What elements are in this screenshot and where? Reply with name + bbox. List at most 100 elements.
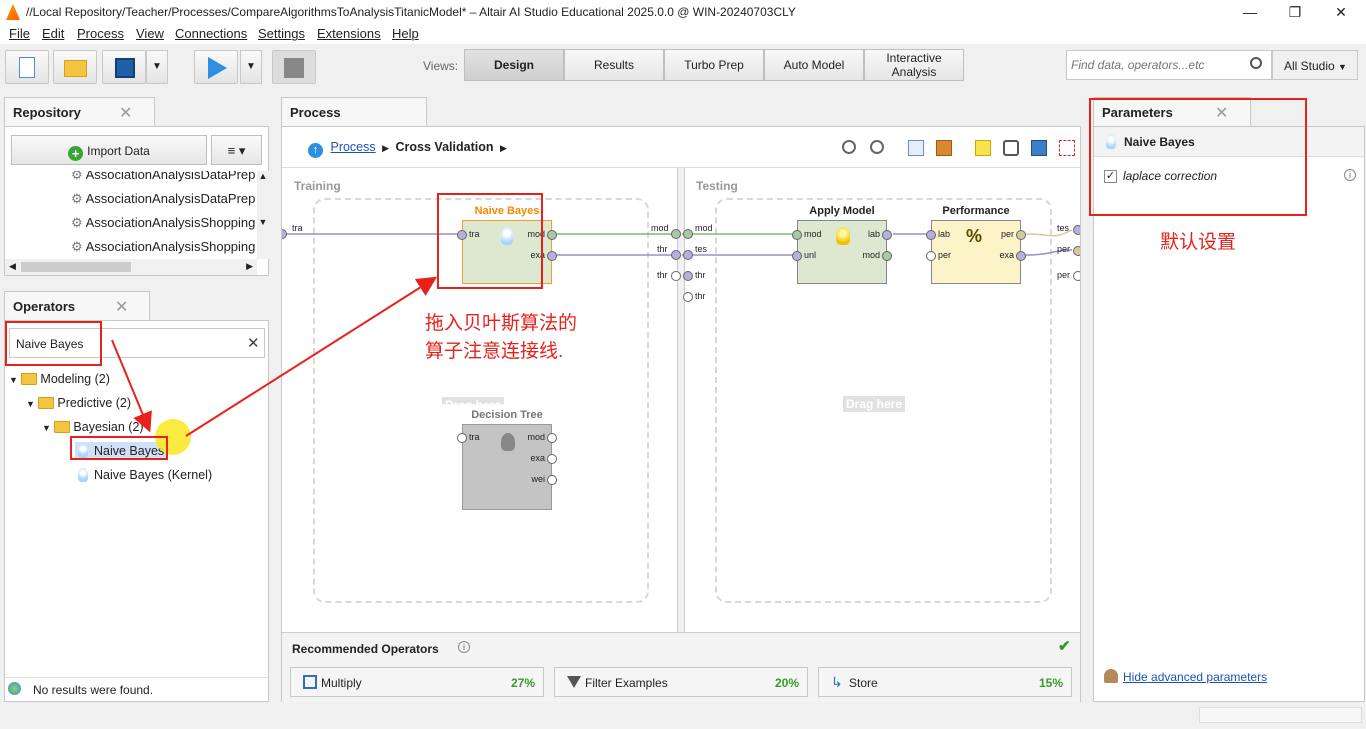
close-window-button[interactable]: ✕ <box>1321 2 1361 22</box>
port-lab[interactable] <box>926 230 936 240</box>
output-port-mod[interactable] <box>671 229 681 239</box>
test-input-port-thr[interactable] <box>683 292 693 302</box>
port-exa[interactable] <box>547 454 557 464</box>
port-lab[interactable] <box>882 230 892 240</box>
output-port-thr[interactable] <box>671 250 681 260</box>
port-mod[interactable] <box>792 230 802 240</box>
recommended-item-filter-examples[interactable]: Filter Examples 20% <box>554 667 808 697</box>
auto-wire-icon[interactable] <box>1003 140 1019 156</box>
breadcrumb-process-link[interactable]: Process <box>330 140 375 154</box>
paste-icon[interactable] <box>936 140 952 156</box>
breadcrumb-current: Cross Validation <box>395 140 494 154</box>
horizontal-scrollbar[interactable]: ◀ ▶ <box>5 259 257 275</box>
tree-item-modeling[interactable]: ▼ Modeling (2) <box>9 372 110 386</box>
close-icon[interactable]: ✕ <box>115 297 128 317</box>
tree-item-predictive[interactable]: ▼ Predictive (2) <box>26 396 131 410</box>
chevron-down-icon: ▼ <box>1338 62 1347 72</box>
view-interactive-analysis[interactable]: Interactive Analysis <box>864 49 964 81</box>
repository-menu-button[interactable]: ≡ ▾ <box>211 135 262 165</box>
add-note-icon[interactable] <box>975 140 991 156</box>
menu-help[interactable]: Help <box>392 26 419 41</box>
save-dropdown-button[interactable]: ▼ <box>146 50 168 84</box>
test-input-port-mod[interactable] <box>683 229 693 239</box>
import-data-button[interactable]: + Import Data <box>11 135 207 165</box>
view-auto-model[interactable]: Auto Model <box>764 49 864 81</box>
restore-button[interactable]: ❐ <box>1275 2 1315 22</box>
save-process-button[interactable] <box>102 50 146 84</box>
output-port-per[interactable] <box>1073 246 1080 256</box>
fit-icon[interactable] <box>1059 140 1075 156</box>
menu-extensions[interactable]: Extensions <box>317 26 381 41</box>
test-input-port-thr[interactable] <box>683 271 693 281</box>
open-process-button[interactable] <box>53 50 97 84</box>
view-turbo-prep[interactable]: Turbo Prep <box>664 49 764 81</box>
recommended-item-pct: 15% <box>1038 676 1063 690</box>
process-canvas[interactable]: Training Drag here Testing Drag here tra… <box>282 167 1080 632</box>
list-item[interactable]: ⚙ AssociationAnalysisShopping <box>71 215 255 231</box>
port-label: per <box>1000 229 1014 239</box>
port-mod[interactable] <box>547 230 557 240</box>
zoom-in-icon[interactable] <box>842 140 856 154</box>
port-mod[interactable] <box>882 251 892 261</box>
operator-decision-tree[interactable]: Decision Tree tra mod exa wei <box>457 409 557 510</box>
search-icon[interactable] <box>1250 57 1262 69</box>
menu-settings[interactable]: Settings <box>258 26 305 41</box>
copy-icon[interactable] <box>908 140 924 156</box>
close-icon[interactable]: ✕ <box>119 103 132 123</box>
operator-apply-model[interactable]: Apply Model mod unl lab mod <box>792 205 892 284</box>
up-arrow-icon[interactable]: ↑ <box>308 143 323 158</box>
info-icon[interactable]: i <box>458 641 470 653</box>
app-icon <box>6 4 20 20</box>
output-port-per[interactable] <box>1073 271 1080 281</box>
clear-search-icon[interactable]: ✕ <box>247 334 260 352</box>
hide-advanced-parameters-link[interactable]: Hide advanced parameters <box>1123 670 1267 684</box>
port-label: mod <box>695 223 713 233</box>
vertical-scrollbar[interactable]: ▲ ▼ <box>257 171 269 259</box>
view-design[interactable]: Design <box>464 49 564 81</box>
info-icon[interactable]: i <box>1344 169 1356 181</box>
recommended-item-multiply[interactable]: Multiply 27% <box>290 667 544 697</box>
view-results[interactable]: Results <box>564 49 664 81</box>
menu-process[interactable]: Process <box>77 26 124 41</box>
output-port-thr[interactable] <box>671 271 681 281</box>
tree-item-bayesian[interactable]: ▼ Bayesian (2) <box>42 420 144 434</box>
recommended-item-store[interactable]: ↳ Store 15% <box>818 667 1072 697</box>
minimize-button[interactable]: — <box>1230 2 1270 22</box>
layers-icon[interactable] <box>1031 140 1047 156</box>
list-item[interactable]: ⚙ AssociationAnalysisShopping <box>71 239 255 255</box>
tab-process[interactable]: Process <box>281 97 427 127</box>
globe-icon <box>8 682 21 695</box>
port-exa[interactable] <box>547 251 557 261</box>
port-exa[interactable] <box>1016 251 1026 261</box>
tree-item-naive-bayes-kernel[interactable]: Naive Bayes (Kernel) <box>75 466 215 484</box>
global-search-input[interactable] <box>1066 50 1272 80</box>
stop-process-button[interactable] <box>272 50 316 84</box>
gear-icon: ⚙ <box>71 171 83 182</box>
search-scope-dropdown[interactable]: All Studio ▼ <box>1272 50 1358 80</box>
menu-view[interactable]: View <box>136 26 164 41</box>
test-input-port-tes[interactable] <box>683 250 693 260</box>
menu-edit[interactable]: Edit <box>42 26 64 41</box>
folder-icon <box>64 60 87 77</box>
collapse-chevron-icon[interactable]: ✔ <box>1058 637 1071 655</box>
tab-repository[interactable]: Repository ✕ <box>4 97 155 127</box>
port-wei[interactable] <box>547 475 557 485</box>
port-per[interactable] <box>1016 230 1026 240</box>
menu-connections[interactable]: Connections <box>175 26 247 41</box>
annotation-box-operator <box>437 193 543 289</box>
output-port-tes[interactable] <box>1073 225 1080 235</box>
port-per[interactable] <box>926 251 936 261</box>
menu-file[interactable]: File <box>9 26 30 41</box>
operator-performance[interactable]: Performance lab per per exa % <box>926 205 1026 284</box>
port-mod[interactable] <box>547 433 557 443</box>
port-tra[interactable] <box>457 433 467 443</box>
status-bar: No results were found. <box>5 677 268 701</box>
port-unl[interactable] <box>792 251 802 261</box>
zoom-out-icon[interactable] <box>870 140 884 154</box>
list-item[interactable]: ⚙ AssociationAnalysisDataPrep <box>71 171 255 183</box>
tab-operators[interactable]: Operators ✕ <box>4 291 150 321</box>
list-item[interactable]: ⚙ AssociationAnalysisDataPrep <box>71 191 255 207</box>
run-dropdown-button[interactable]: ▼ <box>240 50 262 84</box>
new-process-button[interactable] <box>5 50 49 84</box>
run-process-button[interactable] <box>194 50 238 84</box>
